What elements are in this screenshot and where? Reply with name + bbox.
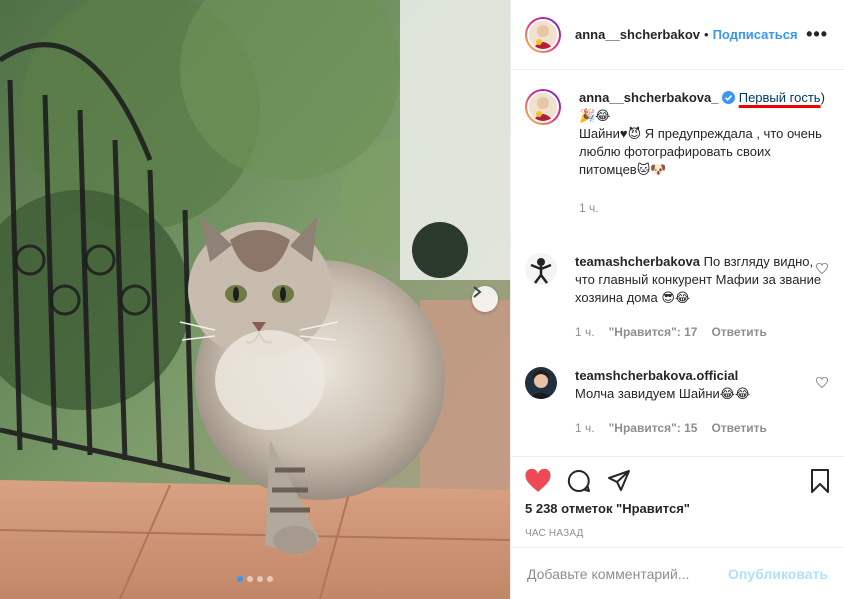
cat-photo-image bbox=[0, 0, 510, 599]
post-photo[interactable] bbox=[0, 0, 510, 599]
carousel-dot-1 bbox=[237, 576, 243, 582]
header-separator: • bbox=[704, 27, 709, 42]
caption-time[interactable]: 1 ч. bbox=[579, 199, 599, 217]
carousel-dot-2 bbox=[247, 576, 253, 582]
comment-time[interactable]: 1 ч. bbox=[575, 419, 595, 437]
caption: anna__shcherbakova_ Первый гость)🎉😂 Шайн… bbox=[525, 89, 828, 217]
reply-button[interactable]: Ответить bbox=[711, 419, 766, 437]
add-comment-form: Опубликовать bbox=[511, 547, 844, 599]
carousel-dot-3 bbox=[257, 576, 263, 582]
caption-username[interactable]: anna__shcherbakova_ bbox=[579, 90, 718, 105]
post-header: anna__shcherbakov • Подписаться ••• bbox=[511, 0, 844, 70]
carousel-indicator bbox=[0, 576, 510, 582]
comment-time[interactable]: 1 ч. bbox=[575, 323, 595, 341]
comment-item: teamashcherbakova По взгляду видно, что … bbox=[525, 253, 828, 341]
comment-like-icon[interactable] bbox=[816, 263, 828, 275]
likes-count[interactable]: 5 238 отметок "Нравится" bbox=[525, 501, 830, 516]
post-side-panel: anna__shcherbakov • Подписаться ••• anna… bbox=[510, 0, 844, 599]
comment-input[interactable] bbox=[527, 565, 729, 582]
comment-text: Молча завидуем Шайни😂😂 bbox=[575, 386, 751, 401]
post-time[interactable]: ЧАС НАЗАД bbox=[525, 528, 830, 539]
avatar-image bbox=[525, 367, 557, 399]
chevron-right-icon bbox=[473, 286, 482, 298]
reply-button[interactable]: Ответить bbox=[711, 323, 766, 341]
commenter-avatar[interactable] bbox=[525, 367, 557, 399]
author-avatar[interactable] bbox=[525, 16, 561, 53]
caption-author-avatar[interactable] bbox=[525, 89, 561, 125]
avatar-image bbox=[529, 93, 557, 121]
publish-button[interactable]: Опубликовать bbox=[728, 566, 828, 582]
avatar-image bbox=[529, 20, 557, 49]
commenter-username[interactable]: teamshcherbakova.official bbox=[575, 368, 738, 383]
verified-badge-icon bbox=[722, 91, 736, 104]
author-username[interactable]: anna__shcherbakov bbox=[575, 27, 700, 42]
commenter-username[interactable]: teamashcherbakova bbox=[575, 254, 700, 269]
carousel-next-button[interactable] bbox=[472, 286, 498, 312]
heart-filled-icon[interactable] bbox=[525, 469, 551, 493]
comments-list: anna__shcherbakova_ Первый гость)🎉😂 Шайн… bbox=[511, 71, 844, 456]
comment-likes[interactable]: "Нравится": 17 bbox=[609, 323, 698, 341]
bookmark-icon[interactable] bbox=[810, 469, 830, 493]
carousel-dot-4 bbox=[267, 576, 273, 582]
follow-button[interactable]: Подписаться bbox=[713, 27, 798, 42]
avatar-image bbox=[525, 253, 557, 285]
comment-icon[interactable] bbox=[567, 469, 591, 493]
comment-likes[interactable]: "Нравится": 15 bbox=[609, 419, 698, 437]
post-actions: 5 238 отметок "Нравится" ЧАС НАЗАД bbox=[511, 456, 844, 539]
commenter-avatar[interactable] bbox=[525, 253, 557, 285]
comment-like-icon[interactable] bbox=[816, 377, 828, 389]
more-options-icon[interactable]: ••• bbox=[806, 24, 828, 45]
comment-item: teamshcherbakova.official Молча завидуем… bbox=[525, 367, 828, 437]
share-icon[interactable] bbox=[607, 469, 631, 493]
caption-text: Шайни♥😈 Я предупреждала , что очень любл… bbox=[579, 126, 822, 177]
caption-highlight: Первый гость bbox=[738, 90, 821, 105]
